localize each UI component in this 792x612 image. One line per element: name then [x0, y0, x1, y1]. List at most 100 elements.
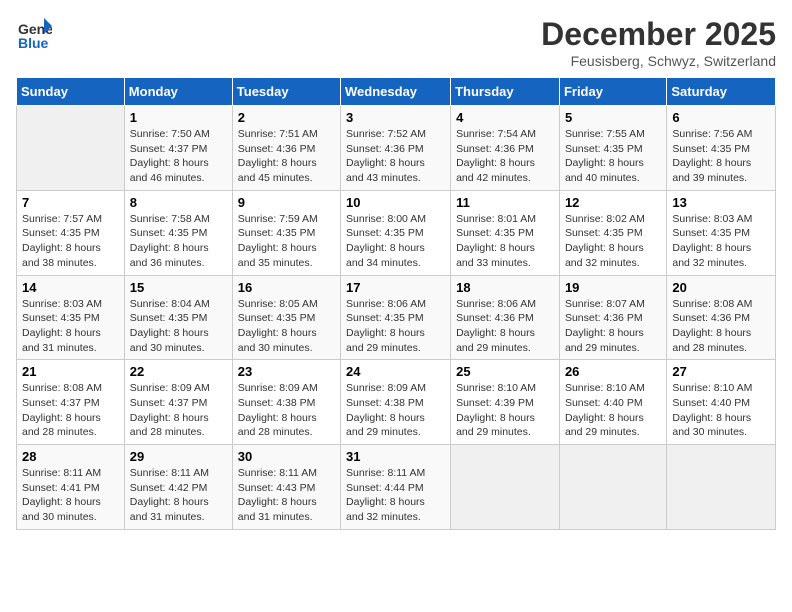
calendar-cell: 29 Sunrise: 8:11 AM Sunset: 4:42 PM Dayli…	[124, 445, 232, 530]
calendar-cell: 31Sunrise: 8:11 AM Sunset: 4:44 PM Dayli…	[341, 445, 451, 530]
day-number: 19	[565, 280, 661, 295]
col-sunday: Sunday	[17, 78, 125, 106]
day-number: 31	[346, 449, 445, 464]
day-number: 13	[672, 195, 770, 210]
day-number: 6	[672, 110, 770, 125]
calendar-cell: 26Sunrise: 8:10 AM Sunset: 4:40 PM Dayli…	[559, 360, 666, 445]
day-info: Sunrise: 8:03 AM Sunset: 4:35 PM Dayligh…	[672, 212, 770, 271]
day-info: Sunrise: 7:50 AM Sunset: 4:37 PM Dayligh…	[130, 127, 227, 186]
col-saturday: Saturday	[667, 78, 776, 106]
calendar-cell: 10Sunrise: 8:00 AM Sunset: 4:35 PM Dayli…	[341, 190, 451, 275]
title-area: December 2025 Feusisberg, Schwyz, Switze…	[541, 16, 776, 69]
location-title: Feusisberg, Schwyz, Switzerland	[541, 53, 776, 69]
day-info: Sunrise: 8:07 AM Sunset: 4:36 PM Dayligh…	[565, 297, 661, 356]
day-info: Sunrise: 7:55 AM Sunset: 4:35 PM Dayligh…	[565, 127, 661, 186]
day-info: Sunrise: 7:56 AM Sunset: 4:35 PM Dayligh…	[672, 127, 770, 186]
day-info: Sunrise: 7:52 AM Sunset: 4:36 PM Dayligh…	[346, 127, 445, 186]
calendar-cell: 12Sunrise: 8:02 AM Sunset: 4:35 PM Dayli…	[559, 190, 666, 275]
day-number: 12	[565, 195, 661, 210]
calendar-week-row: 7 Sunrise: 7:57 AM Sunset: 4:35 PM Daylig…	[17, 190, 776, 275]
calendar-week-row: 28Sunrise: 8:11 AM Sunset: 4:41 PM Dayli…	[17, 445, 776, 530]
day-number: 2	[238, 110, 335, 125]
calendar-table: Sunday Monday Tuesday Wednesday Thursday…	[16, 77, 776, 530]
calendar-cell: 7 Sunrise: 7:57 AM Sunset: 4:35 PM Daylig…	[17, 190, 125, 275]
day-number: 11	[456, 195, 554, 210]
calendar-cell: 16 Sunrise: 8:05 AM Sunset: 4:35 PM Dayli…	[232, 275, 340, 360]
day-number: 22	[130, 364, 227, 379]
calendar-cell: 20 Sunrise: 8:08 AM Sunset: 4:36 PM Dayli…	[667, 275, 776, 360]
calendar-cell	[17, 106, 125, 191]
day-number: 20	[672, 280, 770, 295]
calendar-cell: 23 Sunrise: 8:09 AM Sunset: 4:38 PM Dayli…	[232, 360, 340, 445]
calendar-header-row: Sunday Monday Tuesday Wednesday Thursday…	[17, 78, 776, 106]
calendar-cell: 4 Sunrise: 7:54 AM Sunset: 4:36 PM Daylig…	[451, 106, 560, 191]
calendar-cell: 11 Sunrise: 8:01 AM Sunset: 4:35 PM Dayli…	[451, 190, 560, 275]
calendar-cell	[559, 445, 666, 530]
logo: General Blue	[16, 16, 52, 52]
month-title: December 2025	[541, 16, 776, 53]
day-number: 21	[22, 364, 119, 379]
day-number: 15	[130, 280, 227, 295]
col-wednesday: Wednesday	[341, 78, 451, 106]
day-info: Sunrise: 8:10 AM Sunset: 4:40 PM Dayligh…	[672, 381, 770, 440]
day-number: 17	[346, 280, 445, 295]
logo-icon: General Blue	[16, 16, 52, 52]
day-info: Sunrise: 8:01 AM Sunset: 4:35 PM Dayligh…	[456, 212, 554, 271]
day-number: 29	[130, 449, 227, 464]
day-number: 1	[130, 110, 227, 125]
calendar-cell: 2Sunrise: 7:51 AM Sunset: 4:36 PM Daylig…	[232, 106, 340, 191]
day-info: Sunrise: 8:11 AM Sunset: 4:43 PM Dayligh…	[238, 466, 335, 525]
day-info: Sunrise: 8:09 AM Sunset: 4:37 PM Dayligh…	[130, 381, 227, 440]
day-info: Sunrise: 8:11 AM Sunset: 4:42 PM Dayligh…	[130, 466, 227, 525]
calendar-cell: 1 Sunrise: 7:50 AM Sunset: 4:37 PM Daylig…	[124, 106, 232, 191]
day-info: Sunrise: 7:59 AM Sunset: 4:35 PM Dayligh…	[238, 212, 335, 271]
day-number: 3	[346, 110, 445, 125]
day-info: Sunrise: 8:08 AM Sunset: 4:37 PM Dayligh…	[22, 381, 119, 440]
col-monday: Monday	[124, 78, 232, 106]
day-info: Sunrise: 8:06 AM Sunset: 4:35 PM Dayligh…	[346, 297, 445, 356]
calendar-cell: 15 Sunrise: 8:04 AM Sunset: 4:35 PM Dayli…	[124, 275, 232, 360]
col-thursday: Thursday	[451, 78, 560, 106]
day-number: 5	[565, 110, 661, 125]
calendar-cell: 3 Sunrise: 7:52 AM Sunset: 4:36 PM Daylig…	[341, 106, 451, 191]
day-info: Sunrise: 8:09 AM Sunset: 4:38 PM Dayligh…	[346, 381, 445, 440]
calendar-cell: 8Sunrise: 7:58 AM Sunset: 4:35 PM Daylig…	[124, 190, 232, 275]
page-header: General Blue December 2025 Feusisberg, S…	[16, 16, 776, 69]
day-number: 8	[130, 195, 227, 210]
calendar-cell: 5 Sunrise: 7:55 AM Sunset: 4:35 PM Daylig…	[559, 106, 666, 191]
calendar-cell: 30 Sunrise: 8:11 AM Sunset: 4:43 PM Dayli…	[232, 445, 340, 530]
calendar-cell: 17 Sunrise: 8:06 AM Sunset: 4:35 PM Dayli…	[341, 275, 451, 360]
calendar-cell: 19 Sunrise: 8:07 AM Sunset: 4:36 PM Dayli…	[559, 275, 666, 360]
day-info: Sunrise: 7:54 AM Sunset: 4:36 PM Dayligh…	[456, 127, 554, 186]
day-info: Sunrise: 8:06 AM Sunset: 4:36 PM Dayligh…	[456, 297, 554, 356]
calendar-cell: 24Sunrise: 8:09 AM Sunset: 4:38 PM Dayli…	[341, 360, 451, 445]
calendar-week-row: 1 Sunrise: 7:50 AM Sunset: 4:37 PM Daylig…	[17, 106, 776, 191]
col-friday: Friday	[559, 78, 666, 106]
day-number: 28	[22, 449, 119, 464]
svg-text:Blue: Blue	[18, 35, 49, 51]
day-info: Sunrise: 8:04 AM Sunset: 4:35 PM Dayligh…	[130, 297, 227, 356]
day-number: 4	[456, 110, 554, 125]
day-info: Sunrise: 8:08 AM Sunset: 4:36 PM Dayligh…	[672, 297, 770, 356]
day-info: Sunrise: 8:09 AM Sunset: 4:38 PM Dayligh…	[238, 381, 335, 440]
calendar-cell: 18Sunrise: 8:06 AM Sunset: 4:36 PM Dayli…	[451, 275, 560, 360]
calendar-cell: 13 Sunrise: 8:03 AM Sunset: 4:35 PM Dayli…	[667, 190, 776, 275]
day-info: Sunrise: 8:10 AM Sunset: 4:39 PM Dayligh…	[456, 381, 554, 440]
calendar-cell: 9Sunrise: 7:59 AM Sunset: 4:35 PM Daylig…	[232, 190, 340, 275]
day-info: Sunrise: 8:05 AM Sunset: 4:35 PM Dayligh…	[238, 297, 335, 356]
day-number: 7	[22, 195, 119, 210]
calendar-cell: 14Sunrise: 8:03 AM Sunset: 4:35 PM Dayli…	[17, 275, 125, 360]
day-info: Sunrise: 8:03 AM Sunset: 4:35 PM Dayligh…	[22, 297, 119, 356]
day-number: 30	[238, 449, 335, 464]
calendar-cell: 22 Sunrise: 8:09 AM Sunset: 4:37 PM Dayli…	[124, 360, 232, 445]
day-number: 23	[238, 364, 335, 379]
day-number: 26	[565, 364, 661, 379]
calendar-cell: 27Sunrise: 8:10 AM Sunset: 4:40 PM Dayli…	[667, 360, 776, 445]
day-info: Sunrise: 8:00 AM Sunset: 4:35 PM Dayligh…	[346, 212, 445, 271]
calendar-cell	[667, 445, 776, 530]
day-info: Sunrise: 7:57 AM Sunset: 4:35 PM Dayligh…	[22, 212, 119, 271]
calendar-cell: 21 Sunrise: 8:08 AM Sunset: 4:37 PM Dayli…	[17, 360, 125, 445]
calendar-cell: 25Sunrise: 8:10 AM Sunset: 4:39 PM Dayli…	[451, 360, 560, 445]
day-number: 16	[238, 280, 335, 295]
calendar-body: 1 Sunrise: 7:50 AM Sunset: 4:37 PM Daylig…	[17, 106, 776, 530]
